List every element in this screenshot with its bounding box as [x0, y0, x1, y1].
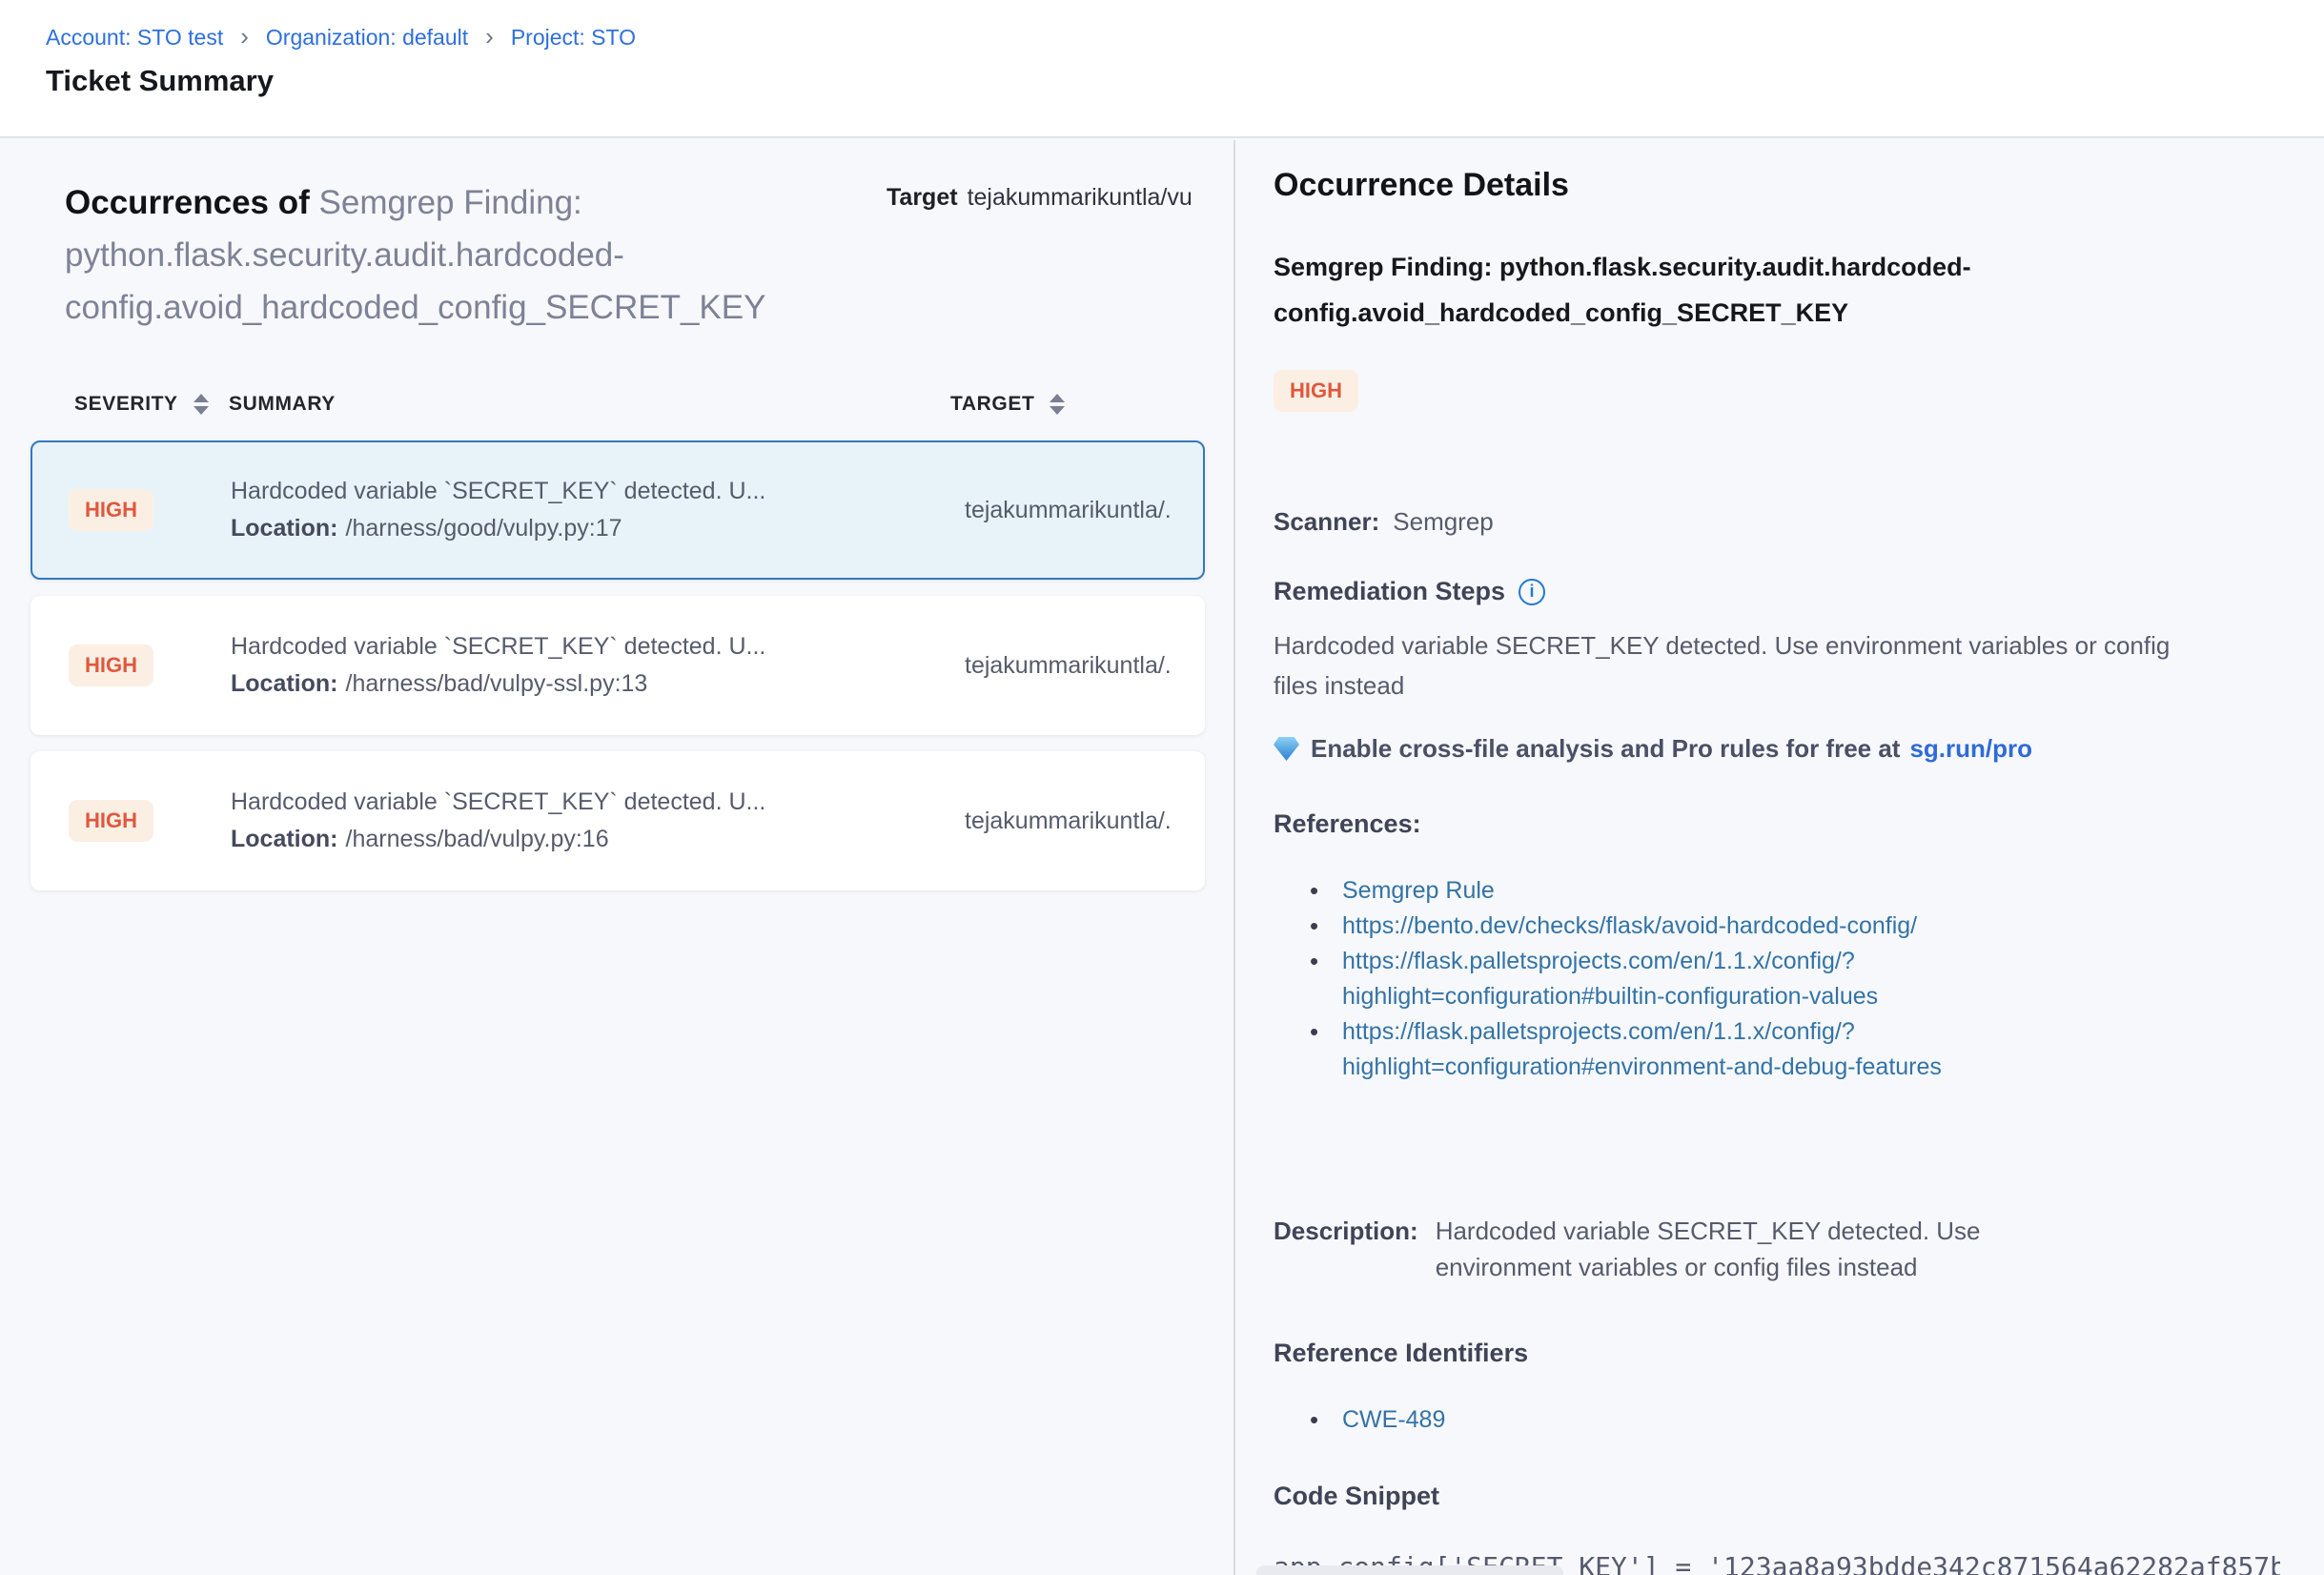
occurrences-table-header: SEVERITY SUMMARY TARGET — [31, 393, 1205, 416]
summary-cell: Hardcoded variable `SECRET_KEY` detected… — [231, 788, 965, 853]
reference-line: https://flask.palletsprojects.com/en/1.1… — [1342, 944, 2280, 979]
severity-cell: HIGH — [32, 644, 231, 686]
code-snippet-heading: Code Snippet — [1274, 1482, 2280, 1511]
finding-title: Semgrep Finding: python.flask.security.a… — [1274, 244, 2236, 336]
reference-link[interactable]: https://flask.palletsprojects.com/en/1.1… — [1342, 1014, 2280, 1085]
column-label-target: TARGET — [950, 393, 1034, 416]
remediation-label: Remediation Steps — [1274, 577, 1505, 606]
remediation-text: Hardcoded variable SECRET_KEY detected. … — [1274, 625, 2217, 706]
scanner-label: Scanner: — [1274, 507, 1379, 536]
reference-line: https://bento.dev/checks/flask/avoid-har… — [1342, 909, 2280, 944]
column-header-target[interactable]: TARGET — [950, 393, 1205, 416]
column-label-severity: SEVERITY — [74, 393, 178, 416]
scanner-row: Scanner: Semgrep — [1274, 507, 2280, 537]
breadcrumb: Account: STO test › Organization: defaul… — [46, 25, 2278, 51]
occurrence-row[interactable]: HIGH Hardcoded variable `SECRET_KEY` det… — [31, 440, 1205, 580]
target-label: Target — [887, 184, 958, 211]
breadcrumb-item-organization[interactable]: Organization: default — [266, 25, 468, 51]
reference-identifiers-heading: Reference Identifiers — [1274, 1339, 2280, 1368]
severity-cell: HIGH — [32, 800, 231, 842]
column-label-summary: SUMMARY — [229, 393, 336, 415]
pro-promo: Enable cross-file analysis and Pro rules… — [1274, 734, 2280, 764]
row-location: Location: /harness/good/vulpy.py:17 — [231, 515, 965, 542]
row-target: tejakummarikuntla/. — [965, 808, 1203, 835]
target-value: tejakummarikuntla/vu — [968, 184, 1193, 211]
location-label: Location: — [231, 670, 338, 697]
severity-badge: HIGH — [69, 489, 153, 531]
summary-cell: Hardcoded variable `SECRET_KEY` detected… — [231, 478, 965, 542]
reference-line: https://flask.palletsprojects.com/en/1.1… — [1342, 1014, 2280, 1050]
row-summary: Hardcoded variable `SECRET_KEY` detected… — [231, 788, 965, 816]
details-heading: Occurrence Details — [1274, 167, 2280, 204]
sort-arrows-icon[interactable] — [194, 394, 209, 415]
remediation-heading: Remediation Steps i — [1274, 577, 2280, 606]
gem-icon — [1274, 737, 1299, 761]
page-header: Account: STO test › Organization: defaul… — [0, 0, 2324, 138]
severity-badge: HIGH — [1274, 370, 1358, 412]
row-summary: Hardcoded variable `SECRET_KEY` detected… — [231, 478, 965, 505]
column-header-summary: SUMMARY — [229, 393, 950, 416]
reference-identifiers-list: CWE-489 — [1274, 1402, 2280, 1438]
reference-link[interactable]: https://flask.palletsprojects.com/en/1.1… — [1342, 944, 2280, 1014]
horizontal-scrollbar[interactable] — [1256, 1565, 1563, 1575]
location-value: /harness/good/vulpy.py:17 — [346, 515, 622, 542]
occurrence-row[interactable]: HIGH Hardcoded variable `SECRET_KEY` det… — [31, 751, 1205, 890]
cwe-link[interactable]: CWE-489 — [1342, 1402, 2280, 1438]
description-text: Hardcoded variable SECRET_KEY detected. … — [1436, 1213, 2114, 1285]
description-label: Description: — [1274, 1213, 1418, 1285]
reference-line: Semgrep Rule — [1342, 873, 2280, 909]
target-summary: Target tejakummarikuntla/vu — [887, 176, 1233, 334]
chevron-right-icon: › — [483, 24, 496, 49]
severity-badge: HIGH — [69, 800, 153, 842]
row-location: Location: /harness/bad/vulpy-ssl.py:13 — [231, 670, 965, 698]
row-target: tejakummarikuntla/. — [965, 497, 1203, 524]
reference-link[interactable]: Semgrep Rule — [1342, 873, 2280, 909]
location-label: Location: — [231, 826, 338, 852]
breadcrumb-item-project[interactable]: Project: STO — [511, 25, 636, 51]
details-panel: Occurrence Details Semgrep Finding: pyth… — [1235, 140, 2324, 1575]
promo-text: Enable cross-file analysis and Pro rules… — [1311, 734, 1900, 764]
breadcrumb-item-account[interactable]: Account: STO test — [46, 25, 223, 51]
severity-badge: HIGH — [69, 644, 153, 686]
description-row: Description: Hardcoded variable SECRET_K… — [1274, 1213, 2280, 1285]
row-summary: Hardcoded variable `SECRET_KEY` detected… — [231, 633, 965, 661]
chevron-right-icon: › — [238, 24, 251, 49]
reference-link[interactable]: https://bento.dev/checks/flask/avoid-har… — [1342, 909, 2280, 944]
sort-arrows-icon[interactable] — [1050, 394, 1065, 415]
column-header-severity[interactable]: SEVERITY — [31, 393, 229, 416]
ticket-summary-page: Account: STO test › Organization: defaul… — [0, 0, 2324, 1575]
severity-cell: HIGH — [32, 489, 231, 531]
reference-line: highlight=configuration#builtin-configur… — [1342, 979, 2280, 1014]
row-target: tejakummarikuntla/. — [965, 652, 1203, 680]
row-location: Location: /harness/bad/vulpy.py:16 — [231, 826, 965, 853]
page-title: Ticket Summary — [46, 64, 2278, 98]
promo-link[interactable]: sg.run/pro — [1909, 734, 2032, 764]
occurrences-table: HIGH Hardcoded variable `SECRET_KEY` det… — [31, 440, 1205, 890]
location-value: /harness/bad/vulpy-ssl.py:13 — [346, 670, 648, 697]
references-heading: References: — [1274, 809, 2280, 839]
occurrences-panel: Occurrences of Semgrep Finding: python.f… — [0, 140, 1235, 1575]
occurrences-heading-bold: Occurrences of — [65, 184, 310, 221]
summary-cell: Hardcoded variable `SECRET_KEY` detected… — [231, 633, 965, 698]
occurrence-row[interactable]: HIGH Hardcoded variable `SECRET_KEY` det… — [31, 596, 1205, 735]
cwe-line: CWE-489 — [1342, 1402, 2280, 1438]
references-list: Semgrep Rule https://bento.dev/checks/fl… — [1274, 873, 2280, 1085]
info-icon[interactable]: i — [1519, 579, 1545, 605]
location-label: Location: — [231, 515, 338, 542]
location-value: /harness/bad/vulpy.py:16 — [346, 826, 609, 852]
reference-line: highlight=configuration#environment-and-… — [1342, 1050, 2280, 1085]
scanner-value: Semgrep — [1393, 507, 1494, 536]
occurrences-heading: Occurrences of Semgrep Finding: python.f… — [65, 176, 887, 334]
